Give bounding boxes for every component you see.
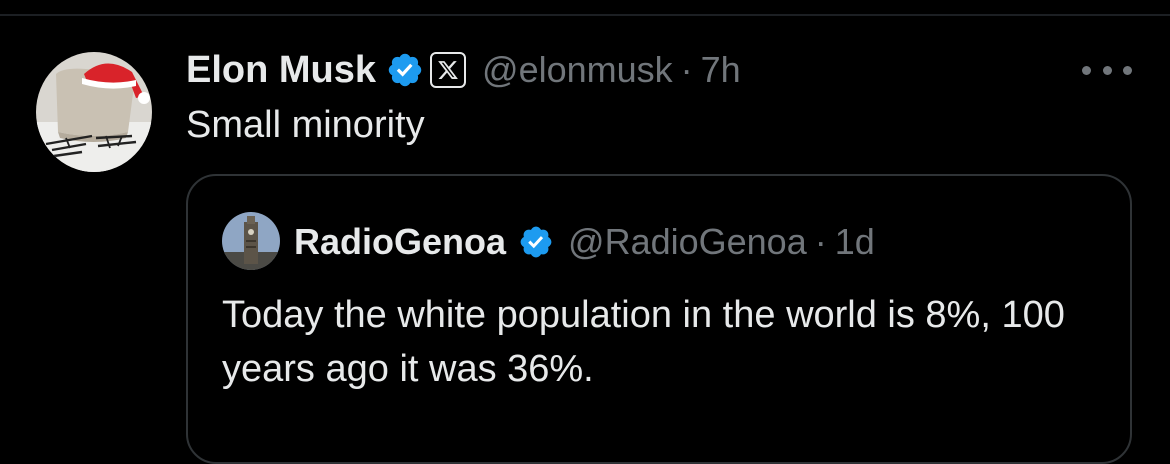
quote-text: Today the white population in the world … xyxy=(222,294,1065,390)
quote-author-name[interactable]: RadioGenoa xyxy=(294,221,506,263)
tweet-header: Elon Musk @elonmusk · 7h xyxy=(186,44,741,96)
author-name[interactable]: Elon Musk xyxy=(186,49,376,92)
author-handle[interactable]: @elonmusk xyxy=(482,49,673,91)
more-dot xyxy=(1123,65,1132,75)
quote-timestamp[interactable]: 1d xyxy=(835,221,875,263)
author-avatar[interactable] xyxy=(36,52,152,172)
quote-author-avatar[interactable] xyxy=(222,212,280,270)
verified-badge-icon[interactable] xyxy=(386,51,424,89)
more-options-icon[interactable] xyxy=(1082,58,1132,82)
more-dot xyxy=(1102,65,1112,75)
x-logo-icon[interactable] xyxy=(430,52,467,88)
quote-author-handle[interactable]: @RadioGenoa xyxy=(568,221,807,263)
more-dot xyxy=(1082,65,1091,75)
quote-header-separator: · xyxy=(814,221,827,262)
verified-badge-icon[interactable] xyxy=(518,224,554,260)
top-divider xyxy=(0,14,1170,16)
tweet-text: Small minority xyxy=(186,104,425,146)
quote-header: RadioGenoa @RadioGenoa · 1d xyxy=(294,216,875,268)
header-separator: · xyxy=(680,49,693,90)
tweet-timestamp[interactable]: 7h xyxy=(701,49,741,91)
quoted-tweet-card[interactable]: RadioGenoa @RadioGenoa · 1d Today the wh… xyxy=(186,174,1132,464)
